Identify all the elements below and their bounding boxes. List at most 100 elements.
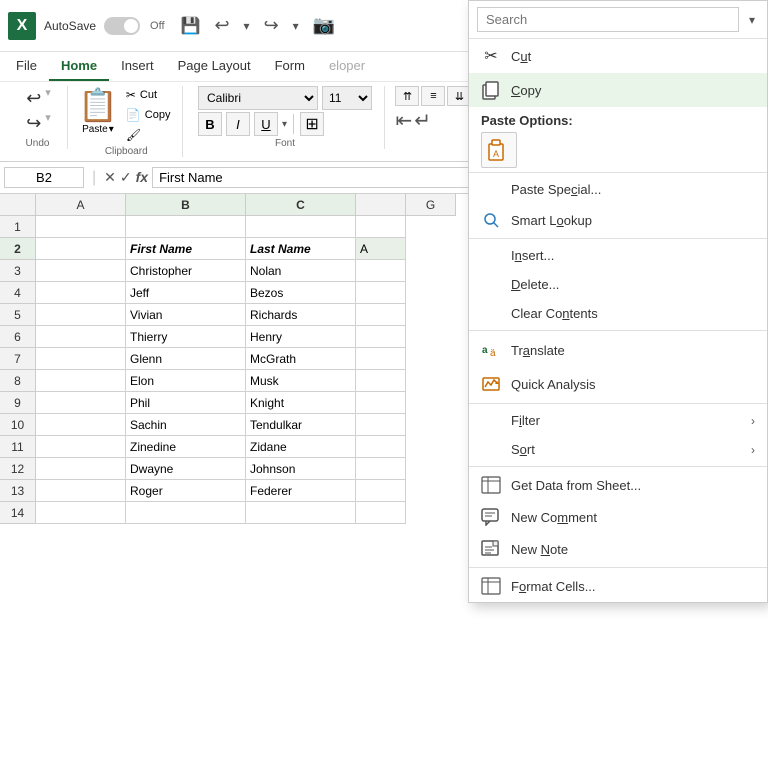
- cell-a7[interactable]: [36, 348, 126, 370]
- cell-b3[interactable]: Christopher: [126, 260, 246, 282]
- row-header-2[interactable]: 2: [0, 238, 36, 260]
- cell-b4[interactable]: Jeff: [126, 282, 246, 304]
- undo-dropdown[interactable]: ▾: [240, 17, 254, 35]
- cell-a12[interactable]: [36, 458, 126, 480]
- cell-reference[interactable]: B2: [4, 167, 84, 188]
- paste-dropdown[interactable]: ▾: [109, 124, 114, 135]
- bold-button[interactable]: B: [198, 112, 222, 136]
- undo-button[interactable]: ↩: [24, 86, 43, 111]
- row-header-3[interactable]: 3: [0, 260, 36, 282]
- menu-item-cut[interactable]: ✂ Cut: [469, 39, 767, 73]
- tab-home[interactable]: Home: [49, 52, 109, 81]
- cell-c7[interactable]: McGrath: [246, 348, 356, 370]
- cell-a2[interactable]: [36, 238, 126, 260]
- cell-a11[interactable]: [36, 436, 126, 458]
- col-header-c[interactable]: C: [246, 194, 356, 216]
- row-header-1[interactable]: 1: [0, 216, 36, 238]
- tab-form[interactable]: Form: [263, 52, 317, 81]
- cell-d5[interactable]: [356, 304, 406, 326]
- row-header-12[interactable]: 12: [0, 458, 36, 480]
- cell-c3[interactable]: Nolan: [246, 260, 356, 282]
- cell-b2[interactable]: First Name: [126, 238, 246, 260]
- copy-button[interactable]: 📄 Copy: [122, 106, 175, 124]
- cell-a13[interactable]: [36, 480, 126, 502]
- cell-c2[interactable]: Last Name: [246, 238, 356, 260]
- cell-b7[interactable]: Glenn: [126, 348, 246, 370]
- col-header-b[interactable]: B: [126, 194, 246, 216]
- cut-button[interactable]: ✂ Cut: [122, 86, 175, 104]
- row-header-14[interactable]: 14: [0, 502, 36, 524]
- save-icon[interactable]: 💾: [177, 14, 205, 38]
- cell-c13[interactable]: Federer: [246, 480, 356, 502]
- menu-item-insert[interactable]: Insert...: [469, 241, 767, 270]
- formula-fx-icon[interactable]: fx: [136, 169, 148, 186]
- tab-file[interactable]: File: [4, 52, 49, 81]
- row-header-10[interactable]: 10: [0, 414, 36, 436]
- cell-c9[interactable]: Knight: [246, 392, 356, 414]
- menu-item-delete[interactable]: Delete...: [469, 270, 767, 299]
- font-size-select[interactable]: 11: [322, 86, 372, 110]
- format-painter-button[interactable]: 🖌: [122, 126, 175, 144]
- menu-item-translate[interactable]: a ä Translate: [469, 333, 767, 367]
- cell-c10[interactable]: Tendulkar: [246, 414, 356, 436]
- tab-developer[interactable]: eloper: [317, 52, 377, 81]
- cell-a1[interactable]: [36, 216, 126, 238]
- cell-a10[interactable]: [36, 414, 126, 436]
- cell-b8[interactable]: Elon: [126, 370, 246, 392]
- indent-icon[interactable]: ⇤: [395, 108, 412, 133]
- cell-d14[interactable]: [356, 502, 406, 524]
- menu-item-new-comment[interactable]: New Comment: [469, 501, 767, 533]
- cell-d8[interactable]: [356, 370, 406, 392]
- menu-item-filter[interactable]: Filter ›: [469, 406, 767, 435]
- col-header-g[interactable]: G: [406, 194, 456, 216]
- redo-button[interactable]: ↪: [24, 111, 43, 136]
- menu-item-get-data[interactable]: Get Data from Sheet...: [469, 469, 767, 501]
- cell-c1[interactable]: [246, 216, 356, 238]
- redo-dropdown-btn[interactable]: ▾: [45, 111, 51, 136]
- underline-button[interactable]: U: [254, 112, 278, 136]
- menu-item-format-cells[interactable]: Format Cells...: [469, 570, 767, 602]
- cell-b9[interactable]: Phil: [126, 392, 246, 414]
- cell-a6[interactable]: [36, 326, 126, 348]
- cell-b14[interactable]: [126, 502, 246, 524]
- align-middle-button[interactable]: ≡: [421, 86, 445, 106]
- row-header-6[interactable]: 6: [0, 326, 36, 348]
- cell-c8[interactable]: Musk: [246, 370, 356, 392]
- row-header-9[interactable]: 9: [0, 392, 36, 414]
- formula-cross-icon[interactable]: ✕: [104, 169, 116, 186]
- menu-item-sort[interactable]: Sort ›: [469, 435, 767, 464]
- paste-option-clipboard[interactable]: A: [481, 132, 517, 168]
- search-dropdown-icon[interactable]: ▾: [745, 9, 759, 31]
- cell-c6[interactable]: Henry: [246, 326, 356, 348]
- align-top-button[interactable]: ⇈: [395, 86, 419, 106]
- border-button[interactable]: ⊞: [300, 112, 324, 136]
- menu-item-smart-lookup[interactable]: Smart Lookup: [469, 204, 767, 236]
- cell-d13[interactable]: [356, 480, 406, 502]
- menu-item-new-note[interactable]: New Note: [469, 533, 767, 565]
- wrap-icon[interactable]: ↵: [414, 108, 431, 133]
- row-header-11[interactable]: 11: [0, 436, 36, 458]
- cell-a14[interactable]: [36, 502, 126, 524]
- cell-c11[interactable]: Zidane: [246, 436, 356, 458]
- autosave-toggle[interactable]: [104, 17, 140, 35]
- row-header-4[interactable]: 4: [0, 282, 36, 304]
- cell-a8[interactable]: [36, 370, 126, 392]
- cell-b6[interactable]: Thierry: [126, 326, 246, 348]
- cell-d2[interactable]: A: [356, 238, 406, 260]
- cell-b11[interactable]: Zinedine: [126, 436, 246, 458]
- menu-item-quick-analysis[interactable]: Quick Analysis: [469, 367, 767, 401]
- cell-a5[interactable]: [36, 304, 126, 326]
- cell-d3[interactable]: [356, 260, 406, 282]
- cell-a9[interactable]: [36, 392, 126, 414]
- formula-check-icon[interactable]: ✓: [120, 169, 132, 186]
- cell-c12[interactable]: Johnson: [246, 458, 356, 480]
- row-header-5[interactable]: 5: [0, 304, 36, 326]
- cell-d12[interactable]: [356, 458, 406, 480]
- cell-c14[interactable]: [246, 502, 356, 524]
- cell-c4[interactable]: Bezos: [246, 282, 356, 304]
- cell-d11[interactable]: [356, 436, 406, 458]
- cell-d10[interactable]: [356, 414, 406, 436]
- cell-d9[interactable]: [356, 392, 406, 414]
- cell-d6[interactable]: [356, 326, 406, 348]
- cell-d4[interactable]: [356, 282, 406, 304]
